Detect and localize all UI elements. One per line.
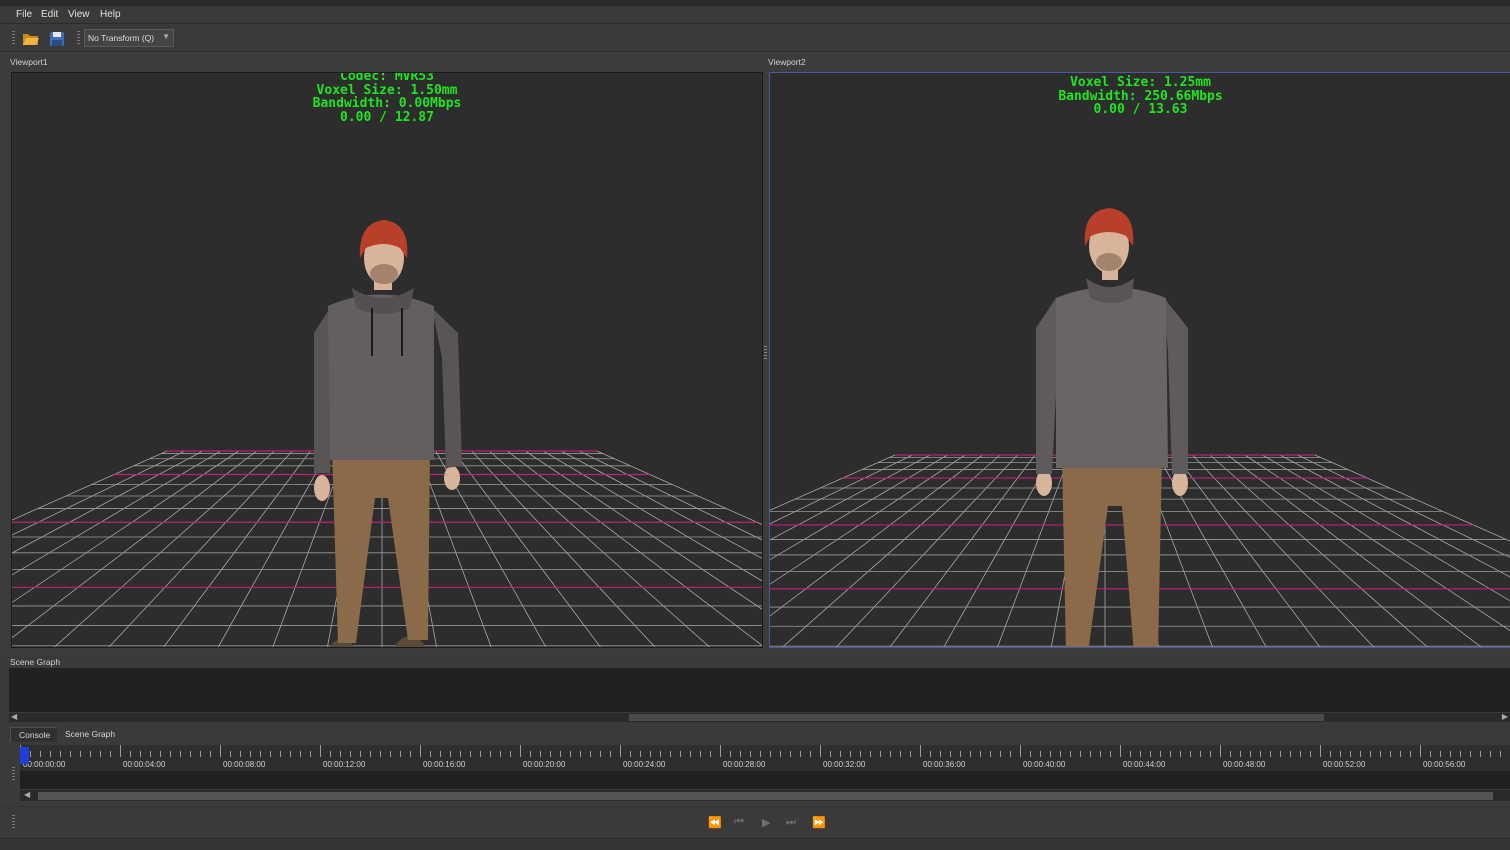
save-button[interactable] (47, 29, 67, 49)
bottom-tabs: Console Scene Graph (0, 726, 1510, 743)
menu-bar: File Edit View Help (0, 6, 1510, 24)
transport-controls: ⏪ ⏮ ▶ ⏭ ⏩ (0, 806, 1510, 838)
timeline-tick-label: 00:00:12:00 (323, 760, 366, 769)
timeline-tick-label: 00:00:24:00 (623, 760, 666, 769)
viewport-splitter[interactable] (764, 346, 767, 360)
next-frame-button[interactable]: ⏭ (786, 816, 796, 829)
viewport1-hud: Codec: MVR53 Voxel Size: 1.50mm Bandwidt… (12, 72, 762, 125)
timeline-tick-label: 00:00:16:00 (423, 760, 466, 769)
timeline-tick-label: 00:00:20:00 (523, 760, 566, 769)
open-button[interactable] (21, 29, 41, 49)
tab-scene-graph[interactable]: Scene Graph (57, 727, 124, 742)
rewind-button[interactable]: ⏪ (708, 816, 722, 829)
timeline-tick-label: 00:00:36:00 (923, 760, 966, 769)
hud-codec: Codec: MVR53 (340, 72, 434, 84)
scene-graph-tree[interactable] (9, 668, 1510, 712)
viewport1[interactable]: Codec: MVR53 Voxel Size: 1.50mm Bandwidt… (11, 72, 763, 648)
scene-graph-scrollbar[interactable]: ◀ ▶ (9, 712, 1510, 722)
status-bar (0, 838, 1510, 850)
timeline-tick-label: 00:00:56:00 (1423, 760, 1466, 769)
timeline-scrollbar[interactable]: ◀ (20, 790, 1510, 801)
viewport2-title: Viewport2 (768, 57, 806, 67)
menu-edit[interactable]: Edit (41, 9, 58, 20)
timeline-tick-label: 00:00:08:00 (223, 760, 266, 769)
person-model (314, 220, 462, 647)
menu-view[interactable]: View (68, 9, 90, 20)
timeline-ruler[interactable]: 00:00:00:00 00:00:04:00 00:00:08:00 00:00:1… (20, 745, 1510, 771)
menu-help[interactable]: Help (100, 9, 121, 20)
viewport2[interactable]: Voxel Size: 1.25mm Bandwidth: 250.66Mbps… (769, 72, 1510, 648)
toolbar-grip[interactable] (12, 31, 15, 45)
scroll-right-icon[interactable]: ▶ (1502, 712, 1508, 721)
scroll-left-icon[interactable]: ◀ (24, 790, 30, 799)
timeline-track[interactable] (20, 771, 1510, 789)
hud-bandwidth: Bandwidth: 250.66Mbps (1058, 88, 1223, 104)
tab-console[interactable]: Console (10, 727, 60, 742)
folder-open-icon (23, 34, 39, 45)
timeline-tick-label: 00:00:00:00 (23, 760, 66, 769)
toolbar-grip[interactable] (77, 31, 80, 45)
scene-graph-title: Scene Graph (10, 657, 61, 667)
timeline-tick-label: 00:00:48:00 (1223, 760, 1266, 769)
transform-mode-select[interactable]: No Transform (Q) ▼ (84, 29, 174, 47)
scrollbar-thumb[interactable] (629, 714, 1324, 721)
viewport2-hud: Voxel Size: 1.25mm Bandwidth: 250.66Mbps… (770, 76, 1510, 117)
playhead[interactable] (20, 747, 29, 764)
transform-mode-value: No Transform (Q) (88, 33, 155, 43)
timeline-tick-label: 00:00:52:00 (1323, 760, 1366, 769)
menu-file[interactable]: File (16, 9, 32, 20)
play-button[interactable]: ▶ (762, 816, 770, 829)
fast-forward-button[interactable]: ⏩ (812, 816, 826, 829)
timeline-tick-label: 00:00:44:00 (1123, 760, 1166, 769)
timeline-tick-label: 00:00:40:00 (1023, 760, 1066, 769)
person-model (1036, 208, 1188, 647)
scene-graph-panel: Scene Graph ◀ ▶ (0, 654, 1510, 726)
scroll-left-icon[interactable]: ◀ (11, 712, 17, 721)
hud-bandwidth: Bandwidth: 0.00Mbps (312, 96, 462, 111)
hud-frame-time: 0.00 / 12.87 (340, 109, 434, 125)
hud-voxel-size: Voxel Size: 1.25mm (1070, 75, 1211, 90)
transport-grip[interactable] (12, 815, 15, 829)
floppy-save-icon (50, 32, 64, 46)
hud-frame-time: 0.00 / 13.63 (1093, 102, 1188, 117)
chevron-down-icon: ▼ (162, 32, 170, 41)
timeline-tick-label: 00:00:32:00 (823, 760, 866, 769)
timeline-tick-label: 00:00:04:00 (123, 760, 166, 769)
timeline: 00:00:00:00 00:00:04:00 00:00:08:00 00:00:1… (0, 743, 1510, 805)
timeline-tick-label: 00:00:28:00 (723, 760, 766, 769)
previous-frame-button[interactable]: ⏮ (734, 816, 744, 829)
timeline-grip[interactable] (12, 767, 15, 781)
scrollbar-thumb[interactable] (38, 792, 1493, 800)
ruler-ticks (20, 745, 1501, 757)
hud-voxel-size: Voxel Size: 1.50mm (316, 82, 458, 98)
toolbar: No Transform (Q) ▼ (0, 25, 1510, 52)
viewport1-title: Viewport1 (10, 57, 48, 67)
